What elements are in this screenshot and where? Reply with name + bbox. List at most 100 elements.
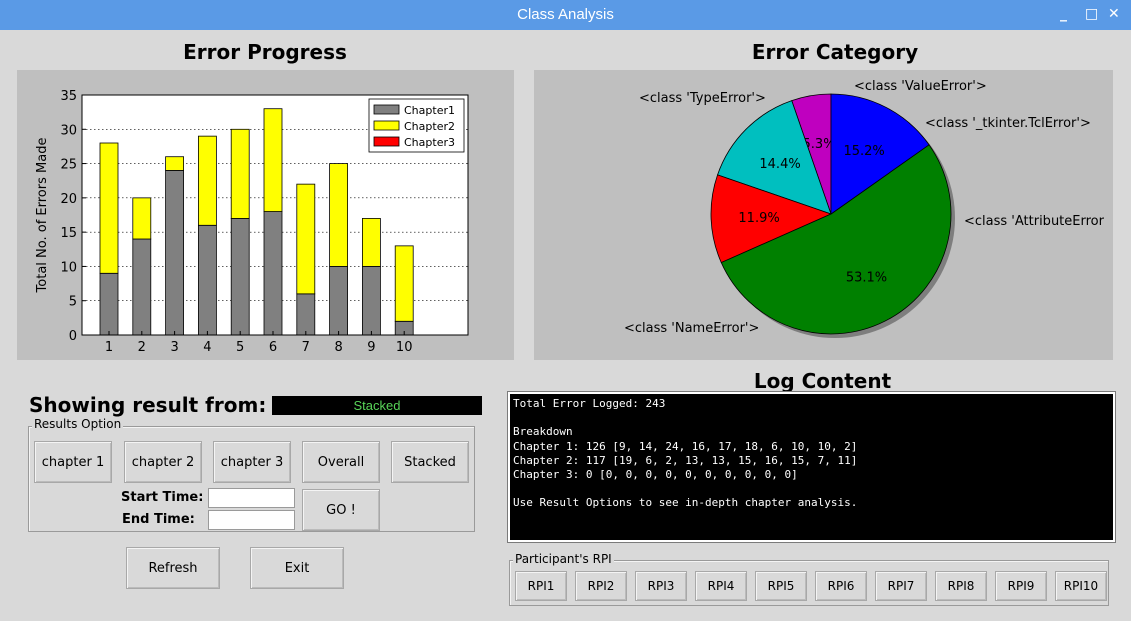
log-line: Total Error Logged: 243 — [513, 397, 666, 410]
x-tick-label: 1 — [105, 340, 113, 355]
showing-result-value: Stacked — [272, 396, 482, 415]
main-content: Error Progress Error Category Log Conten… — [0, 30, 1131, 621]
bar-chapter2-3 — [165, 156, 185, 171]
log-line: Chapter 3: 0 [0, 0, 0, 0, 0, 0, 0, 0, 0,… — [513, 468, 798, 482]
overall-button[interactable]: Overall — [302, 441, 380, 483]
bar-chapter1-4 — [197, 224, 217, 336]
go-button[interactable]: GO ! — [302, 489, 380, 531]
y-tick-label: 5 — [69, 295, 77, 310]
pie-category-label-3: <class 'NameError'> — [624, 321, 759, 336]
x-tick-label: 8 — [334, 340, 342, 355]
pie-category-label-4: <class 'TypeError'> — [639, 91, 766, 106]
exit-button[interactable]: Exit — [250, 547, 344, 589]
bar-chapter1-9 — [361, 266, 381, 336]
bar-chapter1-7 — [296, 293, 316, 336]
log-line: Chapter 1: 126 [9, 14, 24, 16, 17, 18, 6… — [513, 439, 858, 453]
bar-chart-panel: 0 5 10 15 20 25 30 35 1 2 3 4 5 6 7 8 9 10 Total No. of Er… — [17, 70, 514, 360]
end-time-label: End Time: — [122, 512, 195, 527]
legend-label-chapter1: Chapter1 — [404, 104, 455, 117]
error-category-heading: Error Category — [751, 40, 919, 64]
pie-category-label-0: <class 'ValueError'> — [854, 79, 987, 94]
x-tick-label: 9 — [367, 340, 375, 355]
minimize-icon[interactable]: _ — [1060, 6, 1067, 22]
x-tick-label: 5 — [236, 340, 244, 355]
rpi-button-7[interactable]: RPI7 — [875, 571, 927, 601]
pie-pct-label-1: 14.4% — [759, 157, 800, 172]
x-tick-label: 7 — [302, 340, 310, 355]
log-line: Breakdown — [513, 425, 573, 439]
bar-chapter1-5 — [230, 218, 250, 336]
y-tick-label: 35 — [60, 89, 77, 104]
x-tick-label: 6 — [269, 340, 277, 355]
y-tick-label: 30 — [60, 123, 77, 138]
rpi-button-9[interactable]: RPI9 — [995, 571, 1047, 601]
x-tick-label: 2 — [138, 340, 146, 355]
end-time-input[interactable] — [208, 510, 295, 530]
legend-label-chapter2: Chapter2 — [404, 120, 455, 133]
legend-swatch-chapter2 — [373, 120, 400, 131]
pie-pct-label-3: 53.1% — [846, 271, 887, 286]
pie-pct-label-4: 15.2% — [843, 144, 884, 159]
bar-chapter2-1 — [99, 142, 119, 274]
y-tick-label: 20 — [60, 192, 77, 207]
rpi-button-2[interactable]: RPI2 — [575, 571, 627, 601]
chapter-3-button[interactable]: chapter 3 — [213, 441, 291, 483]
rpi-button-5[interactable]: RPI5 — [755, 571, 807, 601]
x-tick-label: 3 — [170, 340, 178, 355]
refresh-button[interactable]: Refresh — [126, 547, 220, 589]
y-tick-label: 15 — [60, 226, 77, 241]
bar-chapter1-8 — [329, 266, 349, 336]
chapter-2-button[interactable]: chapter 2 — [124, 441, 202, 483]
x-tick-label: 4 — [203, 340, 211, 355]
bar-chart: 0 5 10 15 20 25 30 35 1 2 3 4 5 6 7 8 9 10 Total No. of Er… — [35, 89, 469, 355]
rpi-button-10[interactable]: RPI10 — [1055, 571, 1107, 601]
log-line: Use Result Options to see in-depth chapt… — [513, 496, 858, 510]
rpi-button-8[interactable]: RPI8 — [935, 571, 987, 601]
bar-chapter2-6 — [263, 108, 283, 212]
y-tick-label: 10 — [60, 260, 77, 275]
close-icon[interactable]: ✕ — [1108, 6, 1120, 22]
legend-label-chapter3: Chapter3 — [404, 136, 455, 149]
y-tick-label: 0 — [69, 329, 77, 344]
pie-chart: 5.3%<class 'ValueError'>14.4%<class '_tk… — [624, 79, 1105, 338]
log-content-text: Total Error Logged: 243 Breakdown Chapter… — [508, 392, 1115, 542]
title-bar: Class Analysis _ □ ✕ — [0, 0, 1131, 30]
y-tick-label: 25 — [60, 158, 77, 173]
stacked-button[interactable]: Stacked — [391, 441, 469, 483]
bar-chapter2-2 — [132, 197, 152, 240]
showing-result-label: Showing result from: — [29, 393, 267, 417]
bar-chapter1-1 — [99, 272, 119, 336]
bar-chapter2-5 — [230, 128, 250, 219]
pie-category-label-1: <class '_tkinter.TclError'> — [925, 116, 1091, 131]
x-tick-label: 10 — [396, 340, 413, 355]
rpi-button-1[interactable]: RPI1 — [515, 571, 567, 601]
bar-chapter2-9 — [361, 218, 381, 267]
pie-category-label-2: <class 'AttributeError — [964, 214, 1105, 229]
start-time-input[interactable] — [208, 488, 295, 508]
start-time-label: Start Time: — [121, 490, 204, 505]
rpi-button-4[interactable]: RPI4 — [695, 571, 747, 601]
bar-chapter1-6 — [263, 211, 283, 336]
bar-chapter2-10 — [394, 245, 414, 322]
pie-chart-panel: 5.3% <class 'ValueError'> 14.4% <class '_tk… — [534, 70, 1113, 360]
rpi-button-3[interactable]: RPI3 — [635, 571, 687, 601]
window-title: Class Analysis — [517, 6, 614, 23]
chapter-1-button[interactable]: chapter 1 — [34, 441, 112, 483]
bar-chapter2-7 — [296, 183, 316, 295]
bar-chapter1-2 — [132, 238, 152, 336]
legend-swatch-chapter1 — [373, 104, 400, 115]
participants-title: Participant's RPI — [513, 552, 614, 566]
log-line: Chapter 2: 117 [19, 6, 2, 13, 13, 15, 16… — [513, 453, 858, 467]
rpi-button-6[interactable]: RPI6 — [815, 571, 867, 601]
bar-chapter1-3 — [165, 170, 185, 336]
bar-chapter2-4 — [197, 135, 217, 226]
maximize-icon[interactable]: □ — [1085, 6, 1098, 22]
bar-chapter2-8 — [329, 163, 349, 267]
results-option-title: Results Option — [32, 417, 124, 431]
y-axis-label: Total No. of Errors Made — [35, 138, 50, 294]
legend-swatch-chapter3 — [373, 136, 400, 147]
error-progress-heading: Error Progress — [183, 40, 347, 64]
log-content-heading: Log Content — [753, 369, 892, 393]
